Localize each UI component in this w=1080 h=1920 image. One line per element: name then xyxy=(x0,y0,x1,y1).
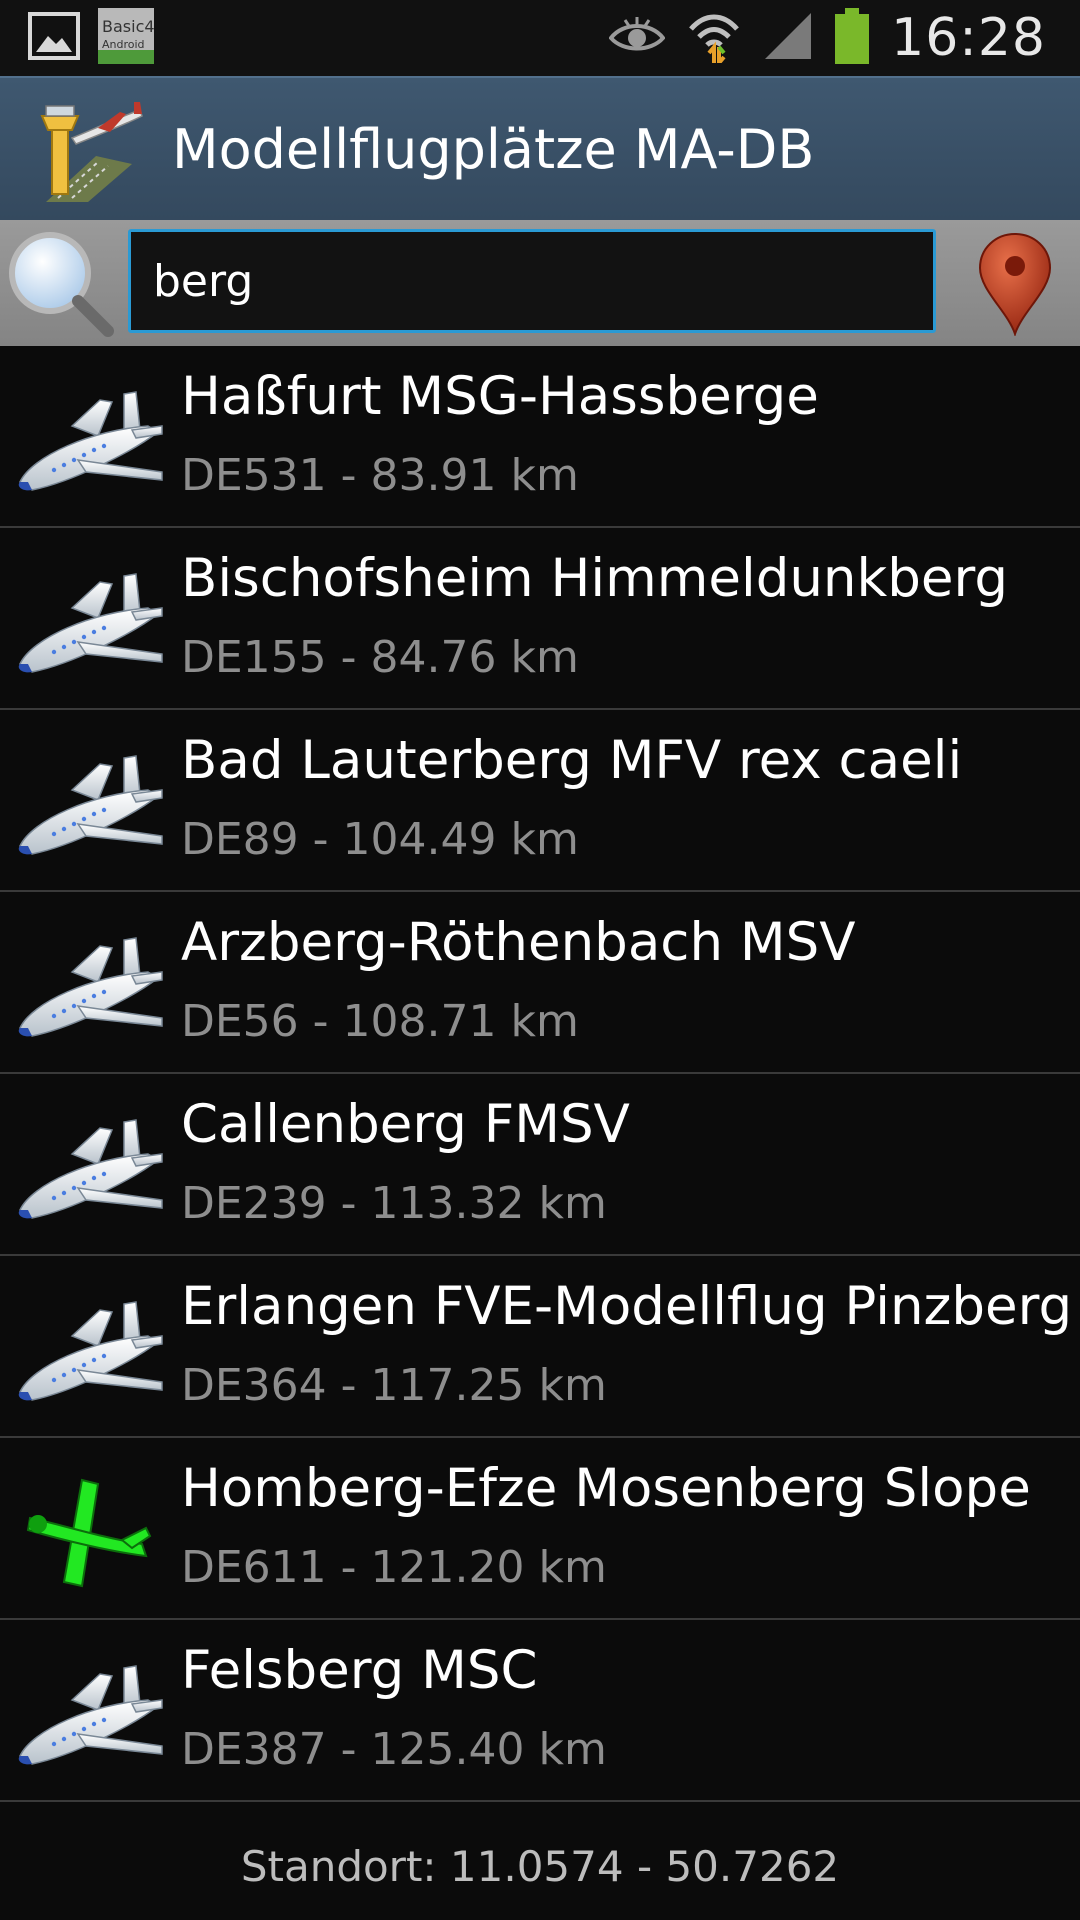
item-title: Homberg-Efze Mosenberg Slope xyxy=(181,1458,1031,1519)
plane-icon xyxy=(12,568,164,678)
item-title: Arzberg-Röthenbach MSV xyxy=(181,912,856,973)
item-detail: DE56 - 108.71 km xyxy=(181,996,579,1047)
plane-icon xyxy=(12,932,164,1042)
signal-icon xyxy=(763,11,813,65)
airfield-tower-icon[interactable] xyxy=(36,94,146,204)
plane-icon xyxy=(12,750,164,860)
item-title: Haßfurt MSG-Hassberge xyxy=(181,366,819,427)
list-item[interactable]: Arzberg-Röthenbach MSV DE56 - 108.71 km xyxy=(0,892,1080,1074)
wifi-icon xyxy=(687,9,741,69)
clock: 16:28 xyxy=(891,8,1046,68)
magnifier-icon[interactable] xyxy=(4,227,116,339)
results-list: Haßfurt MSG-Hassberge DE531 - 83.91 km B… xyxy=(0,346,1080,1802)
item-detail: DE364 - 117.25 km xyxy=(181,1360,607,1411)
item-title: Erlangen FVE-Modellflug Pinzberg xyxy=(181,1276,1073,1337)
item-title: Felsberg MSC xyxy=(181,1640,538,1701)
status-bar: Basic4 Android 16:28 xyxy=(0,0,1080,76)
list-item[interactable]: Felsberg MSC DE387 - 125.40 km xyxy=(0,1620,1080,1802)
item-detail: DE611 - 121.20 km xyxy=(181,1542,607,1593)
location-footer: Standort: 11.0574 - 50.7262 xyxy=(240,1841,840,1891)
svg-text:Basic4: Basic4 xyxy=(102,17,154,36)
list-item[interactable]: Erlangen FVE-Modellflug Pinzberg DE364 -… xyxy=(0,1256,1080,1438)
glider-icon xyxy=(12,1478,164,1588)
item-title: Bischofsheim Himmeldunkberg xyxy=(181,548,1008,609)
item-title: Callenberg FMSV xyxy=(181,1094,630,1155)
gallery-icon xyxy=(28,12,80,64)
plane-icon xyxy=(12,1114,164,1224)
item-detail: DE89 - 104.49 km xyxy=(181,814,579,865)
basic4android-icon: Basic4 Android xyxy=(98,8,155,68)
item-detail: DE155 - 84.76 km xyxy=(181,632,579,683)
list-item[interactable]: Callenberg FMSV DE239 - 113.32 km xyxy=(0,1074,1080,1256)
plane-icon xyxy=(12,386,164,496)
action-bar: Modellflugplätze MA-DB xyxy=(0,76,1080,222)
item-title: Bad Lauterberg MFV rex caeli xyxy=(181,730,963,791)
item-detail: DE239 - 113.32 km xyxy=(181,1178,607,1229)
map-pin-icon[interactable] xyxy=(978,232,1052,338)
list-item[interactable]: Haßfurt MSG-Hassberge DE531 - 83.91 km xyxy=(0,346,1080,528)
item-detail: DE387 - 125.40 km xyxy=(181,1724,607,1775)
eye-icon xyxy=(608,16,666,60)
svg-text:Android: Android xyxy=(102,38,145,51)
list-item[interactable]: Bad Lauterberg MFV rex caeli DE89 - 104.… xyxy=(0,710,1080,892)
search-bar: berg xyxy=(0,220,1080,346)
search-input[interactable]: berg xyxy=(128,229,936,333)
plane-icon xyxy=(12,1660,164,1770)
battery-icon xyxy=(835,8,870,68)
plane-icon xyxy=(12,1296,164,1406)
list-item[interactable]: Homberg-Efze Mosenberg Slope DE611 - 121… xyxy=(0,1438,1080,1620)
list-item[interactable]: Bischofsheim Himmeldunkberg DE155 - 84.7… xyxy=(0,528,1080,710)
app-title: Modellflugplätze MA-DB xyxy=(172,117,815,181)
item-detail: DE531 - 83.91 km xyxy=(181,450,579,501)
